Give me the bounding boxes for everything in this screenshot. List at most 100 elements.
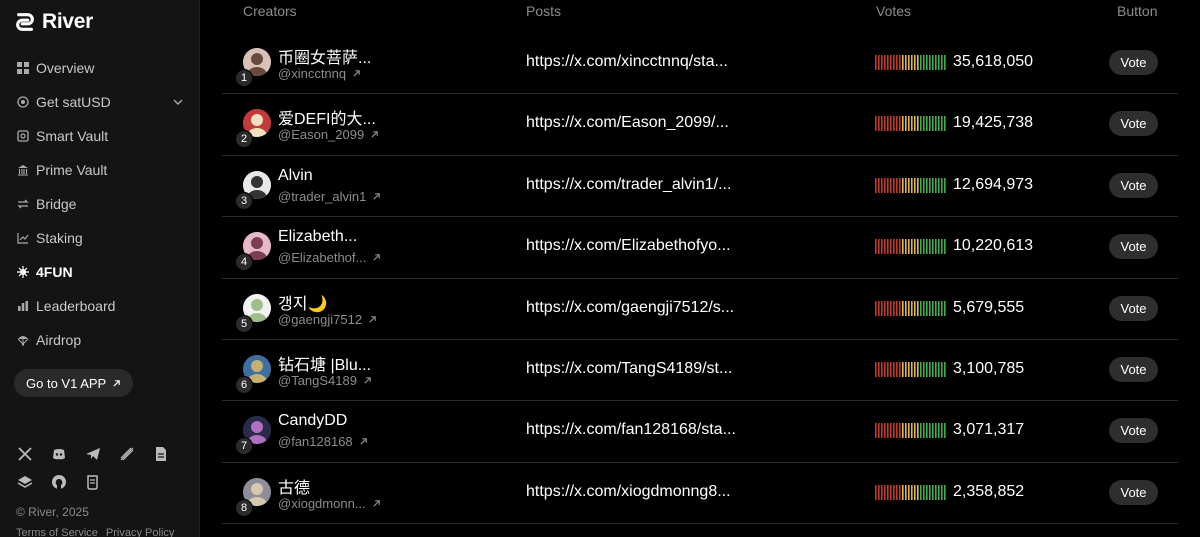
- vote-button[interactable]: Vote: [1109, 50, 1158, 75]
- fun-icon: [16, 265, 30, 279]
- post-link[interactable]: https://x.com/xiogdmonng8...: [526, 483, 731, 501]
- creator-handle-link[interactable]: @Elizabethof...: [278, 250, 381, 265]
- sidebar-item-airdrop[interactable]: Airdrop: [14, 323, 184, 357]
- post-link[interactable]: https://x.com/xincctnnq/sta...: [526, 53, 728, 71]
- go-to-v1-button[interactable]: Go to V1 APP: [14, 369, 134, 397]
- privacy-link[interactable]: Privacy Policy: [106, 527, 174, 537]
- logo[interactable]: River: [14, 0, 199, 44]
- post-link[interactable]: https://x.com/Elizabethofyo...: [526, 237, 731, 255]
- vote-count: 35,618,050: [953, 53, 1034, 70]
- creator-handle-link[interactable]: @xiogdmonn...: [278, 496, 381, 511]
- creator-name: 古德: [278, 479, 311, 497]
- sidebar-item-prime-vault[interactable]: Prime Vault: [14, 153, 184, 187]
- document-icon[interactable]: [152, 445, 170, 463]
- x-twitter-icon[interactable]: [16, 445, 34, 463]
- vote-button[interactable]: Vote: [1109, 418, 1158, 444]
- creator-handle: @TangS4189: [278, 372, 357, 388]
- post-link[interactable]: https://x.com/fan128168/sta...: [526, 421, 736, 439]
- table-row: 7 CandyDD @fan128168 https://x.com/fan12816…: [222, 401, 1178, 463]
- header-creators: Creators: [243, 3, 297, 19]
- bars-icon: [16, 299, 30, 313]
- table-row: 3 Alvin @trader_alvin1 https://x.com/trader…: [222, 156, 1178, 218]
- creator-name: CandyDD: [278, 412, 348, 430]
- sidebar-item-label: 4FUN: [36, 264, 73, 280]
- vote-count: 10,220,613: [953, 237, 1034, 255]
- table-header: Creators Posts Votes Button: [222, 0, 1180, 22]
- sidebar-item-smart-vault[interactable]: Smart Vault: [14, 119, 184, 153]
- creator-handle: @fan128168: [278, 434, 353, 450]
- vote-button[interactable]: Vote: [1109, 111, 1158, 137]
- sidebar-item-overview[interactable]: Overview: [14, 51, 184, 85]
- vote-count: 5,679,555: [953, 298, 1025, 316]
- post-link[interactable]: https://x.com/gaengji7512/s...: [526, 299, 734, 317]
- table-row: 1 币圈女菩萨... @xincctnnq https://x.com/xincctn…: [222, 33, 1178, 95]
- votes-meter-icon: [875, 55, 946, 70]
- github-icon[interactable]: [50, 473, 68, 491]
- creator-handle: @xiogdmonn...: [278, 495, 366, 511]
- external-link-icon: [364, 377, 371, 384]
- creator-handle-link[interactable]: @trader_alvin1: [278, 189, 381, 204]
- rank-badge: 8: [235, 498, 253, 517]
- post-link[interactable]: https://x.com/TangS4189/st...: [526, 360, 732, 378]
- sidebar-item-label: Airdrop: [36, 332, 82, 348]
- sidebar-item-4fun[interactable]: 4FUN: [14, 255, 184, 289]
- sidebar-item-label: Overview: [36, 60, 95, 76]
- rank-badge: 5: [235, 314, 253, 333]
- creator-handle-link[interactable]: @TangS4189: [278, 373, 372, 388]
- leaderboard-table: 1 币圈女菩萨... @xincctnnq https://x.com/xincctn…: [222, 33, 1178, 525]
- votes-meter-icon: [875, 484, 946, 500]
- external-link-icon: [369, 315, 376, 323]
- creator-handle: @trader_alvin1: [278, 188, 367, 204]
- vote-count: 19,425,738: [953, 114, 1034, 132]
- sidebar-item-label: Bridge: [36, 196, 77, 212]
- votes-meter-icon: [875, 361, 946, 377]
- chevron-down-icon[interactable]: [172, 96, 184, 108]
- vote-button[interactable]: Vote: [1109, 356, 1158, 382]
- header-votes: Votes: [876, 3, 912, 19]
- post-link[interactable]: https://x.com/trader_alvin1/...: [526, 176, 731, 194]
- external-link-icon: [371, 131, 379, 139]
- copyright: © River, 2025: [16, 505, 89, 519]
- vote-count: 12,694,973: [953, 175, 1034, 193]
- sidebar-item-bridge[interactable]: Bridge: [14, 187, 184, 221]
- vote-button[interactable]: Vote: [1109, 234, 1158, 260]
- creator-handle-link[interactable]: @Eason_2099: [278, 127, 379, 142]
- creator-name: 爱DEFI的大...: [278, 111, 376, 129]
- creator-handle-link[interactable]: @fan128168: [278, 434, 368, 449]
- sidebar-nav: Overview Get satUSD Smart Vault Prime Vault…: [14, 51, 199, 357]
- terms-link[interactable]: Terms of Service: [16, 527, 98, 537]
- rank-badge: 3: [235, 191, 253, 210]
- external-link-icon: [373, 254, 381, 261]
- votes-meter-icon: [875, 177, 946, 193]
- votes-meter-icon: [875, 239, 946, 255]
- creator-handle: @xincctnnq: [278, 66, 347, 81]
- mirror-icon[interactable]: [118, 445, 136, 463]
- sidebar-item-leaderboard[interactable]: Leaderboard: [14, 289, 184, 323]
- creator-handle-link[interactable]: @gaengji7512: [278, 312, 377, 327]
- external-link-icon: [113, 379, 121, 387]
- creator-handle-link[interactable]: @xincctnnq: [278, 66, 361, 81]
- vote-button[interactable]: Vote: [1109, 479, 1158, 505]
- bank-icon: [16, 163, 30, 177]
- vote-button[interactable]: Vote: [1109, 295, 1158, 321]
- vote-button[interactable]: Vote: [1109, 172, 1158, 198]
- sidebar-item-get-satusd[interactable]: Get satUSD: [14, 85, 184, 119]
- river-logo-icon: [16, 13, 34, 31]
- rank-badge: 2: [235, 130, 253, 149]
- votes-meter-icon: [875, 423, 946, 439]
- sidebar-item-staking[interactable]: Staking: [14, 221, 184, 255]
- layers-icon[interactable]: [16, 473, 34, 491]
- go-to-v1-label: Go to V1 APP: [26, 375, 107, 391]
- sidebar-item-label: Prime Vault: [36, 162, 108, 178]
- post-link[interactable]: https://x.com/Eason_2099/...: [526, 114, 729, 132]
- sidebar: River Overview Get satUSD Smart Vault Prime…: [0, 0, 200, 537]
- creator-name: 钻石塘 |Blu...: [278, 356, 372, 374]
- telegram-icon[interactable]: [84, 445, 102, 463]
- creator-handle: @Eason_2099: [278, 127, 365, 143]
- footer-links: Terms of Service Privacy Policy: [16, 527, 174, 537]
- brand-name: River: [42, 10, 94, 33]
- sidebar-item-label: Get satUSD: [36, 94, 111, 110]
- creator-name: 币圈女菩萨...: [278, 50, 372, 67]
- discord-icon[interactable]: [50, 445, 68, 463]
- scroll-icon[interactable]: [84, 473, 102, 491]
